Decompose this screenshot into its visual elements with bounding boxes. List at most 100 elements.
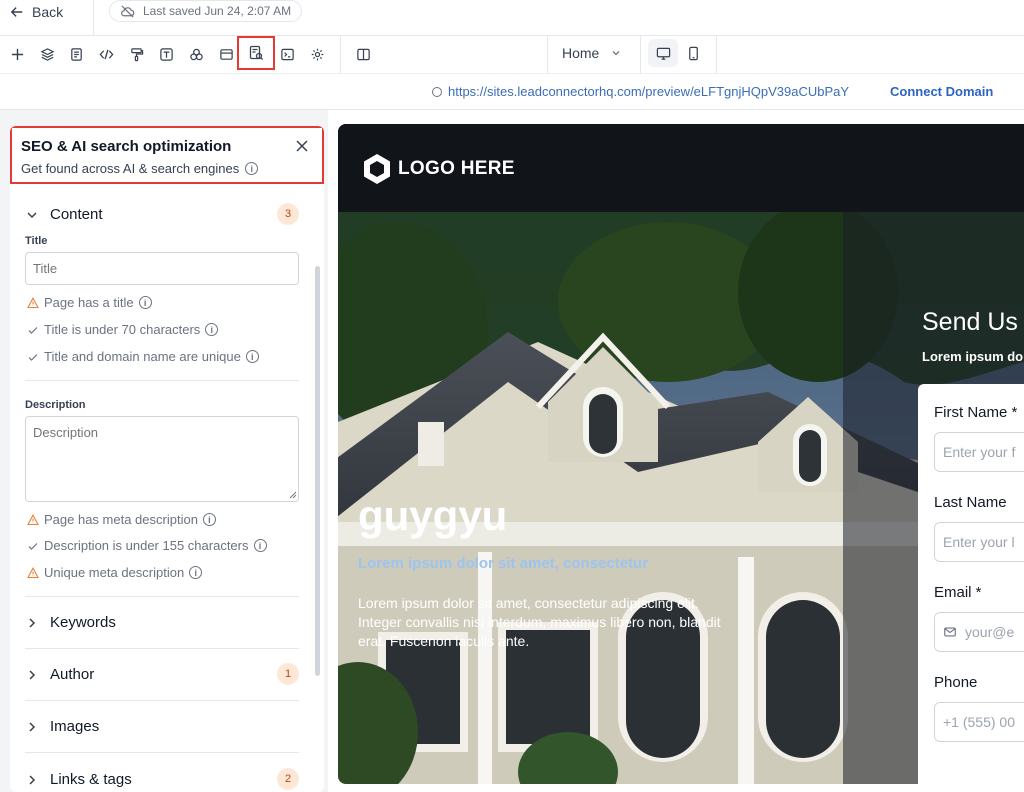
info-icon[interactable]: i	[245, 162, 259, 175]
preview-url-link[interactable]: https://sites.leadconnectorhq.com/previe…	[432, 84, 849, 99]
check-title-unique: Title and domain name are unique i	[27, 349, 259, 364]
mobile-view-button[interactable]	[678, 39, 708, 67]
preview-url-bar: https://sites.leadconnectorhq.com/previe…	[0, 74, 1024, 110]
check-meta-description: Page has meta description i	[27, 512, 216, 527]
connect-domain-link[interactable]: Connect Domain	[890, 84, 993, 99]
check-icon	[28, 326, 38, 334]
info-icon[interactable]: i	[138, 296, 152, 309]
form-subheading: Lorem ipsum do	[922, 349, 1024, 364]
mail-icon	[944, 627, 956, 637]
cloud-off-icon	[121, 4, 135, 18]
page-preview-canvas: LOGO HERE guygyu Lorem ipsum dolor sit a…	[338, 124, 1024, 784]
seo-panel-subtitle-text: Get found across AI & search engines	[21, 161, 240, 176]
info-icon[interactable]: i	[202, 513, 216, 526]
columns-icon[interactable]	[354, 45, 372, 63]
save-status-text: Last saved Jun 24, 2:07 AM	[143, 4, 292, 18]
section-label: Links & tags	[50, 771, 132, 788]
email-input[interactable]: your@e	[934, 612, 1024, 652]
last-name-input[interactable]: Enter your l	[934, 522, 1024, 562]
monitor-icon	[656, 47, 670, 60]
page-selector[interactable]: Home	[562, 45, 621, 61]
content-issue-badge: 3	[277, 203, 299, 225]
divider	[93, 0, 94, 36]
divider	[340, 36, 341, 74]
placeholder: your@e	[965, 624, 1015, 640]
code-icon[interactable]	[97, 45, 115, 63]
divider	[25, 380, 299, 381]
links-tags-section-toggle[interactable]: Links & tags	[26, 771, 132, 788]
placeholder: Enter your f	[943, 444, 1016, 460]
preview-url-text: https://sites.leadconnectorhq.com/previe…	[448, 84, 850, 99]
settings-icon[interactable]	[308, 45, 326, 63]
placeholder: +1 (555) 00	[943, 714, 1015, 730]
page-selector-value: Home	[562, 45, 600, 61]
check-text: Unique meta description	[44, 565, 185, 580]
chevron-right-icon	[29, 721, 36, 732]
terminal-icon[interactable]	[278, 45, 296, 63]
description-textarea[interactable]	[25, 416, 299, 502]
content-section-label: Content	[50, 206, 103, 223]
resize-handle-icon[interactable]	[289, 491, 297, 499]
divider	[547, 36, 548, 74]
info-icon[interactable]: i	[189, 566, 203, 579]
shapes-icon[interactable]	[187, 45, 205, 63]
check-title-length: Title is under 70 characters i	[27, 322, 219, 337]
window-icon[interactable]	[217, 45, 235, 63]
seo-panel-header: SEO & AI search optimization Get found a…	[10, 126, 324, 184]
divider	[716, 36, 717, 74]
check-description-length: Description is under 155 characters i	[27, 538, 267, 553]
site-header: LOGO HERE	[338, 124, 1024, 212]
top-bar: Back Last saved Jun 24, 2:07 AM	[0, 0, 1024, 36]
first-name-input[interactable]: Enter your f	[934, 432, 1024, 472]
warning-icon	[27, 566, 39, 578]
contact-form: First Name * Enter your f Last Name Ente…	[918, 384, 1024, 784]
panel-scrollbar[interactable]	[315, 266, 320, 676]
site-logo[interactable]: LOGO HERE	[360, 152, 515, 186]
last-name-label: Last Name	[934, 494, 1007, 511]
info-icon[interactable]: i	[253, 539, 267, 552]
warning-icon	[27, 296, 39, 308]
check-page-has-title: Page has a title i	[27, 295, 152, 310]
first-name-label: First Name *	[934, 404, 1018, 421]
page-icon[interactable]	[67, 45, 85, 63]
hexagon-logo-icon	[364, 154, 390, 184]
layers-icon[interactable]	[38, 45, 56, 63]
text-icon[interactable]	[157, 45, 175, 63]
section-label: Keywords	[50, 614, 116, 631]
desktop-view-button[interactable]	[648, 39, 678, 67]
title-input[interactable]	[25, 252, 299, 285]
images-section-toggle[interactable]: Images	[26, 718, 99, 735]
section-label: Author	[50, 666, 95, 683]
check-icon	[28, 542, 38, 550]
email-label: Email *	[934, 584, 982, 601]
phone-input[interactable]: +1 (555) 00	[934, 702, 1024, 742]
plus-icon[interactable]	[8, 45, 26, 63]
seo-search-icon[interactable]	[237, 36, 275, 70]
hero-subtitle: Lorem ipsum dolor sit amet, consectetur	[358, 555, 649, 572]
editor-toolbar: Home	[0, 36, 1024, 74]
author-section-toggle[interactable]: Author	[26, 666, 94, 683]
hero-section: guygyu Lorem ipsum dolor sit amet, conse…	[338, 212, 1024, 784]
logo-text: LOGO HERE	[398, 158, 515, 179]
content-section-toggle[interactable]: Content	[26, 206, 103, 223]
check-text: Title and domain name are unique	[44, 349, 241, 364]
chevron-down-icon	[27, 211, 37, 218]
info-icon[interactable]: i	[205, 323, 219, 336]
close-icon[interactable]	[294, 138, 310, 154]
form-heading: Send Us	[922, 308, 1018, 336]
keywords-section-toggle[interactable]: Keywords	[26, 614, 116, 631]
divider	[25, 700, 299, 701]
paint-roller-icon[interactable]	[127, 45, 145, 63]
back-button[interactable]: Back	[10, 2, 63, 22]
links-tags-issue-badge: 2	[277, 768, 299, 790]
check-text: Page has a title	[44, 295, 134, 310]
divider	[25, 596, 299, 597]
chevron-right-icon	[29, 669, 36, 680]
chevron-right-icon	[29, 774, 36, 785]
info-icon[interactable]: i	[245, 350, 259, 363]
check-icon	[28, 353, 38, 361]
divider	[640, 36, 641, 74]
section-label: Images	[50, 718, 100, 735]
save-status-badge: Last saved Jun 24, 2:07 AM	[109, 0, 303, 22]
divider	[25, 752, 299, 753]
